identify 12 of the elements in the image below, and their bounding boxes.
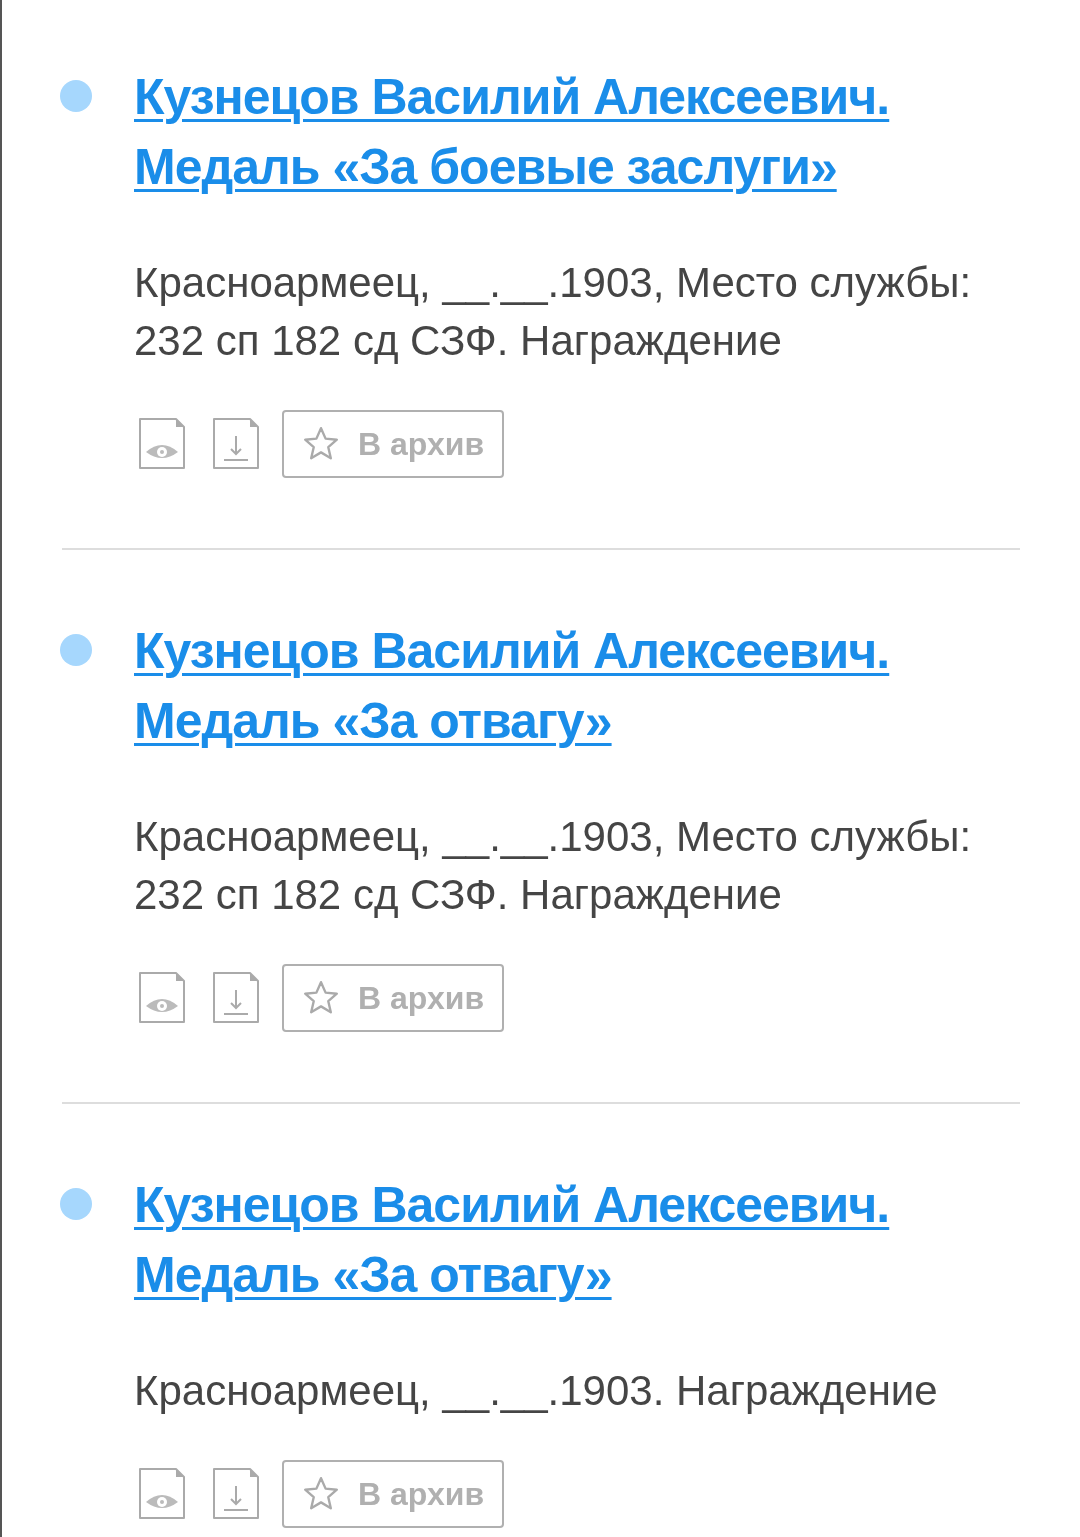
archive-button[interactable]: В архив [282, 1460, 504, 1528]
archive-button[interactable]: В архив [282, 410, 504, 478]
result-title-link[interactable]: Кузнецов Василий Алексеевич. Медаль «За отвагу» [134, 616, 1020, 756]
result-title-link[interactable]: Кузнецов Василий Алексеевич. Медаль «За отвагу» [134, 1170, 1020, 1310]
result-description: Красноармеец, __.__.1903, Место службы: 232 сп 182 сд СЗФ. Награждение [134, 812, 973, 920]
bullet-icon [60, 634, 92, 666]
archive-button[interactable]: В архив [282, 964, 504, 1032]
bullet-icon [60, 80, 92, 112]
result-description: Красноармеец, __.__.1903, Место службы: 232 сп 182 сд СЗФ. Награждение [134, 258, 973, 366]
result-description: Красноармеец, __.__.1903. Награждение [134, 1366, 939, 1416]
bullet-icon [60, 1188, 92, 1220]
result-title-link[interactable]: Кузнецов Василий Алексеевич. Медаль «За боевые заслуги» [134, 62, 1020, 202]
